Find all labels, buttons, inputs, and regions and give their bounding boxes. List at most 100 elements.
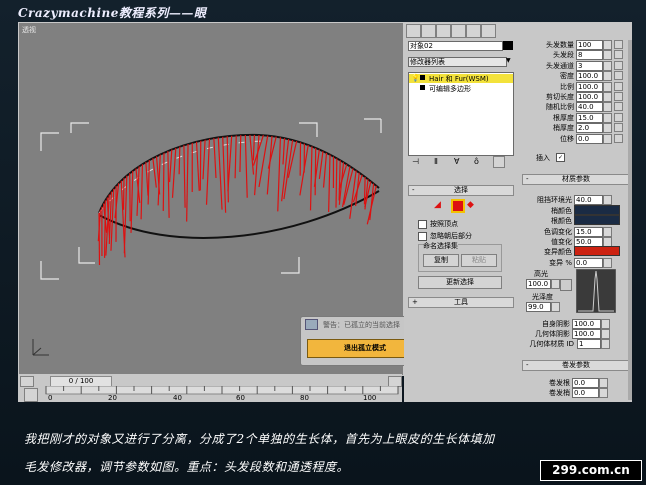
- panel-scrollbar[interactable]: [628, 40, 632, 400]
- param-spinner[interactable]: [603, 92, 612, 102]
- specular-color-swatch[interactable]: [560, 279, 572, 291]
- expand-icon[interactable]: +: [412, 298, 418, 307]
- face-select-icon[interactable]: [451, 199, 465, 213]
- geometry-shadow-input[interactable]: 100.0: [572, 329, 601, 339]
- make-unique-icon[interactable]: ∀: [454, 157, 459, 166]
- by-vertex-checkbox[interactable]: [418, 220, 427, 229]
- map-button-icon[interactable]: [614, 81, 623, 91]
- param-spinner[interactable]: [603, 50, 612, 61]
- remove-modifier-icon[interactable]: ô: [474, 157, 479, 166]
- guides-icon[interactable]: ◢: [434, 200, 444, 210]
- map-button-icon[interactable]: [614, 102, 623, 112]
- material-rollout-header[interactable]: - 材质参数: [522, 174, 630, 185]
- update-selection-button[interactable]: 更新选择: [418, 276, 502, 289]
- curl-root-input[interactable]: 0.0: [572, 378, 599, 388]
- map-button-icon[interactable]: [614, 71, 623, 81]
- geometry-material-id-spinner[interactable]: [601, 339, 610, 349]
- stack-item-hair[interactable]: 💡 Hair 和 Fur(WSM): [409, 74, 513, 83]
- polygon-select-icon[interactable]: ◆: [467, 200, 477, 210]
- object-color-swatch[interactable]: [503, 41, 513, 50]
- display-tab-icon[interactable]: [466, 24, 481, 38]
- self-shadow-spinner[interactable]: [601, 319, 610, 329]
- param-spinner[interactable]: [603, 40, 612, 50]
- interpolate-checkbox[interactable]: ✓: [556, 153, 565, 162]
- hue-variation-input[interactable]: 15.0: [574, 227, 603, 237]
- collapse-icon[interactable]: -: [526, 175, 529, 184]
- param-spinner[interactable]: [603, 71, 612, 82]
- mutant-percent-spinner[interactable]: [603, 258, 612, 268]
- param-input[interactable]: 100.0: [576, 81, 603, 92]
- hair-strand: [130, 170, 134, 233]
- occlusion-input[interactable]: 40.0: [574, 195, 603, 205]
- param-input[interactable]: 2.0: [576, 123, 603, 134]
- param-spinner[interactable]: [603, 112, 612, 123]
- motion-tab-icon[interactable]: [451, 24, 466, 38]
- specular-input[interactable]: 100.0: [526, 279, 551, 289]
- map-button-icon[interactable]: [614, 40, 623, 49]
- create-tab-icon[interactable]: [406, 24, 421, 38]
- map-button-icon[interactable]: [614, 112, 623, 122]
- param-input[interactable]: 100.0: [576, 92, 603, 102]
- param-input[interactable]: 8: [576, 50, 603, 61]
- mutant-percent-input[interactable]: 0.0: [574, 258, 603, 268]
- hair-strand: [162, 152, 165, 211]
- param-input[interactable]: 3: [576, 60, 603, 71]
- map-button-icon[interactable]: [614, 123, 623, 133]
- curl-tip-input[interactable]: 0.0: [572, 388, 599, 398]
- glossiness-spinner[interactable]: [551, 302, 560, 312]
- configure-sets-icon[interactable]: [493, 156, 505, 168]
- hair-strand: [226, 136, 229, 203]
- tools-rollout-header[interactable]: + 工具: [408, 297, 514, 308]
- lightbulb-icon[interactable]: 💡: [411, 74, 420, 82]
- self-shadow-input[interactable]: 100.0: [572, 319, 601, 329]
- param-spinner[interactable]: [603, 102, 612, 113]
- hue-variation-spinner[interactable]: [603, 227, 612, 237]
- collapse-icon[interactable]: -: [412, 186, 415, 195]
- pin-stack-icon[interactable]: ⊣: [412, 157, 419, 166]
- show-end-result-icon[interactable]: Ⅱ: [434, 157, 438, 166]
- param-spinner[interactable]: [603, 81, 612, 92]
- utilities-tab-icon[interactable]: [481, 24, 496, 38]
- expand-icon[interactable]: [420, 75, 425, 80]
- ignore-backfacing-checkbox[interactable]: [418, 232, 427, 241]
- curl-root-spinner[interactable]: [599, 378, 608, 388]
- hair-strand: [217, 137, 223, 210]
- mutant-color-swatch[interactable]: [574, 246, 620, 256]
- param-spinner[interactable]: [603, 123, 612, 134]
- time-track[interactable]: [18, 386, 402, 402]
- object-name-field[interactable]: 对象02: [408, 41, 503, 51]
- paste-button[interactable]: 粘贴: [461, 254, 497, 267]
- collapse-icon[interactable]: -: [526, 361, 529, 370]
- copy-button[interactable]: 复制: [423, 254, 459, 267]
- root-color-swatch[interactable]: [574, 215, 620, 225]
- hair-strand: [222, 136, 227, 213]
- geometry-shadow-spinner[interactable]: [601, 329, 610, 339]
- modify-tab-icon[interactable]: [421, 24, 436, 38]
- expand-icon[interactable]: [420, 85, 425, 90]
- specular-spinner[interactable]: [551, 279, 560, 289]
- hair-strands: [97, 134, 377, 265]
- param-input[interactable]: 100.0: [576, 71, 603, 82]
- hierarchy-tab-icon[interactable]: [436, 24, 451, 38]
- param-input[interactable]: 15.0: [576, 112, 603, 123]
- modifier-list-dropdown[interactable]: 修改器列表: [408, 57, 507, 67]
- curl-rollout-header[interactable]: - 卷发参数: [522, 360, 630, 371]
- stack-item-editable-poly[interactable]: 可编辑多边形: [409, 84, 513, 93]
- occlusion-spinner[interactable]: [603, 195, 612, 205]
- tip-color-swatch[interactable]: [574, 205, 620, 215]
- geometry-material-id-input[interactable]: 1: [577, 339, 601, 349]
- glossiness-input[interactable]: 99.0: [526, 302, 551, 312]
- chevron-down-icon[interactable]: ▼: [506, 57, 512, 65]
- param-input[interactable]: 100: [576, 40, 603, 50]
- timeline-bar: 0 / 100 20 40 60 80 100 0: [18, 374, 402, 402]
- map-button-icon[interactable]: [614, 60, 623, 70]
- param-spinner[interactable]: [603, 60, 612, 71]
- map-button-icon[interactable]: [614, 50, 623, 60]
- map-button-icon[interactable]: [614, 133, 623, 143]
- map-button-icon[interactable]: [614, 92, 623, 101]
- param-spinner[interactable]: [603, 133, 612, 144]
- param-input[interactable]: 40.0: [576, 102, 603, 113]
- param-input[interactable]: 0.0: [576, 133, 603, 144]
- selection-rollout-header[interactable]: - 选择: [408, 185, 514, 196]
- curl-tip-spinner[interactable]: [599, 388, 608, 398]
